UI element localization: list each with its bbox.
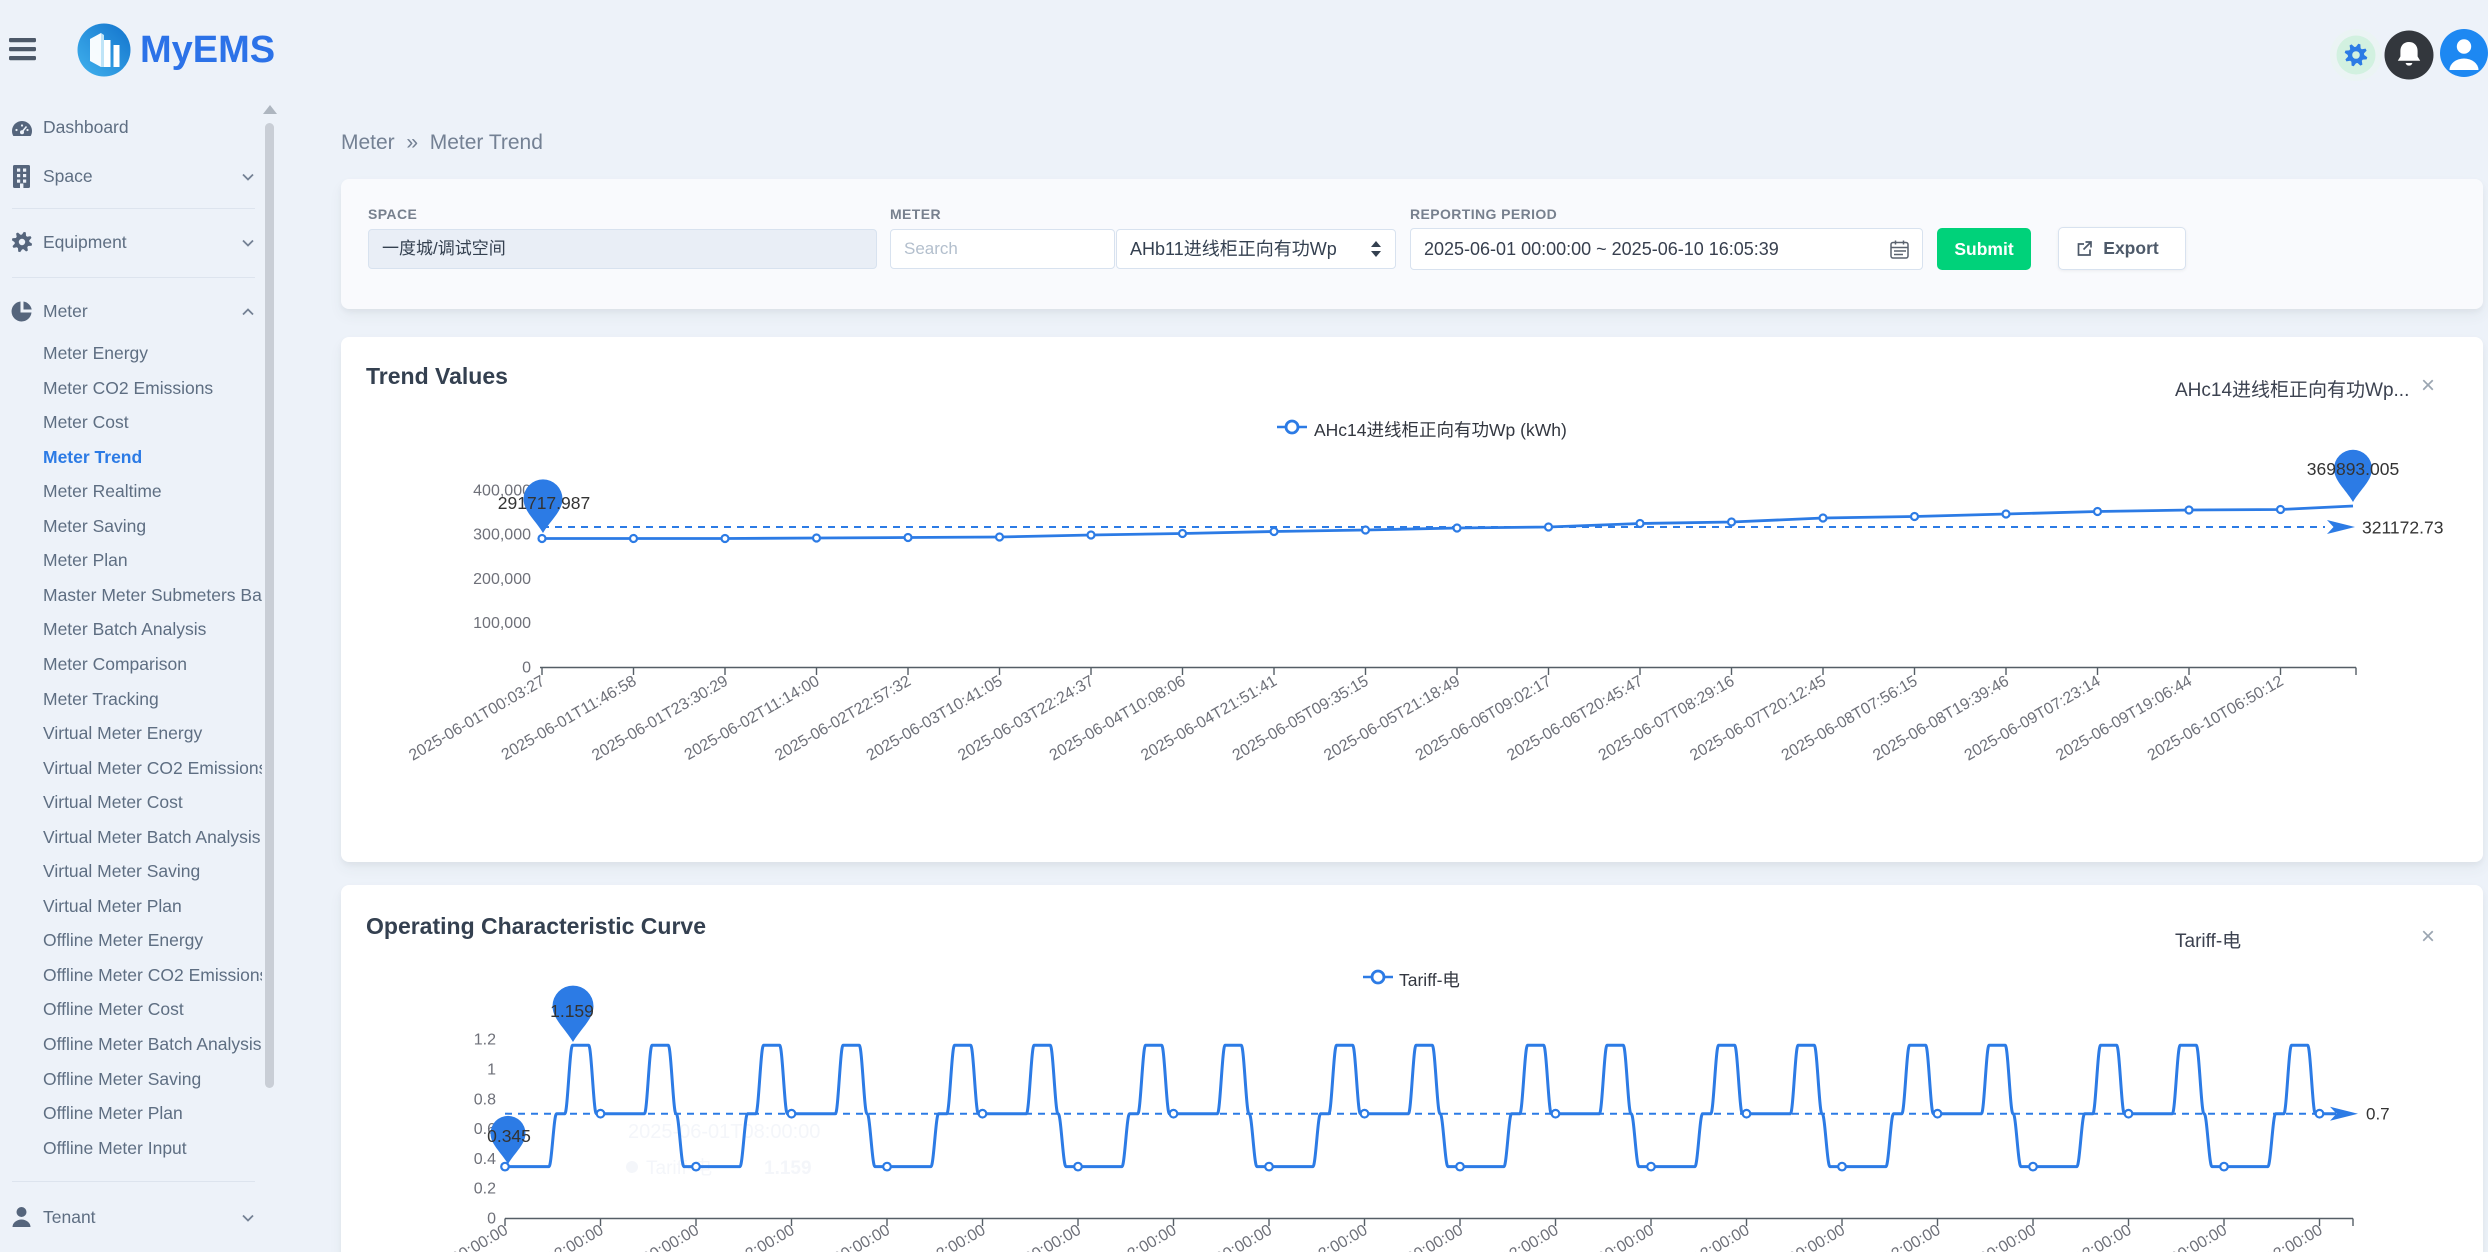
svg-text:1.2: 1.2: [474, 1032, 496, 1049]
svg-text:1.159: 1.159: [550, 1001, 594, 1021]
svg-text:300,000: 300,000: [473, 527, 531, 544]
svg-text:0: 0: [487, 1211, 496, 1228]
svg-text:0: 0: [522, 660, 531, 677]
svg-text:0.4: 0.4: [474, 1151, 496, 1168]
svg-text:1: 1: [487, 1062, 496, 1079]
svg-text:291717.987: 291717.987: [498, 493, 590, 513]
svg-text:0.345: 0.345: [487, 1126, 531, 1146]
svg-text:321172.73: 321172.73: [2362, 518, 2443, 538]
svg-text:0.8: 0.8: [474, 1091, 496, 1108]
svg-text:0.2: 0.2: [474, 1181, 496, 1198]
svg-text:369893.005: 369893.005: [2307, 459, 2399, 479]
svg-text:200,000: 200,000: [473, 571, 531, 588]
svg-text:1.159: 1.159: [764, 1158, 812, 1179]
svg-text:2025-06-01T08:00:00: 2025-06-01T08:00:00: [628, 1121, 820, 1143]
svg-text:100,000: 100,000: [473, 615, 531, 632]
svg-text:0.7: 0.7: [2366, 1105, 2390, 1124]
